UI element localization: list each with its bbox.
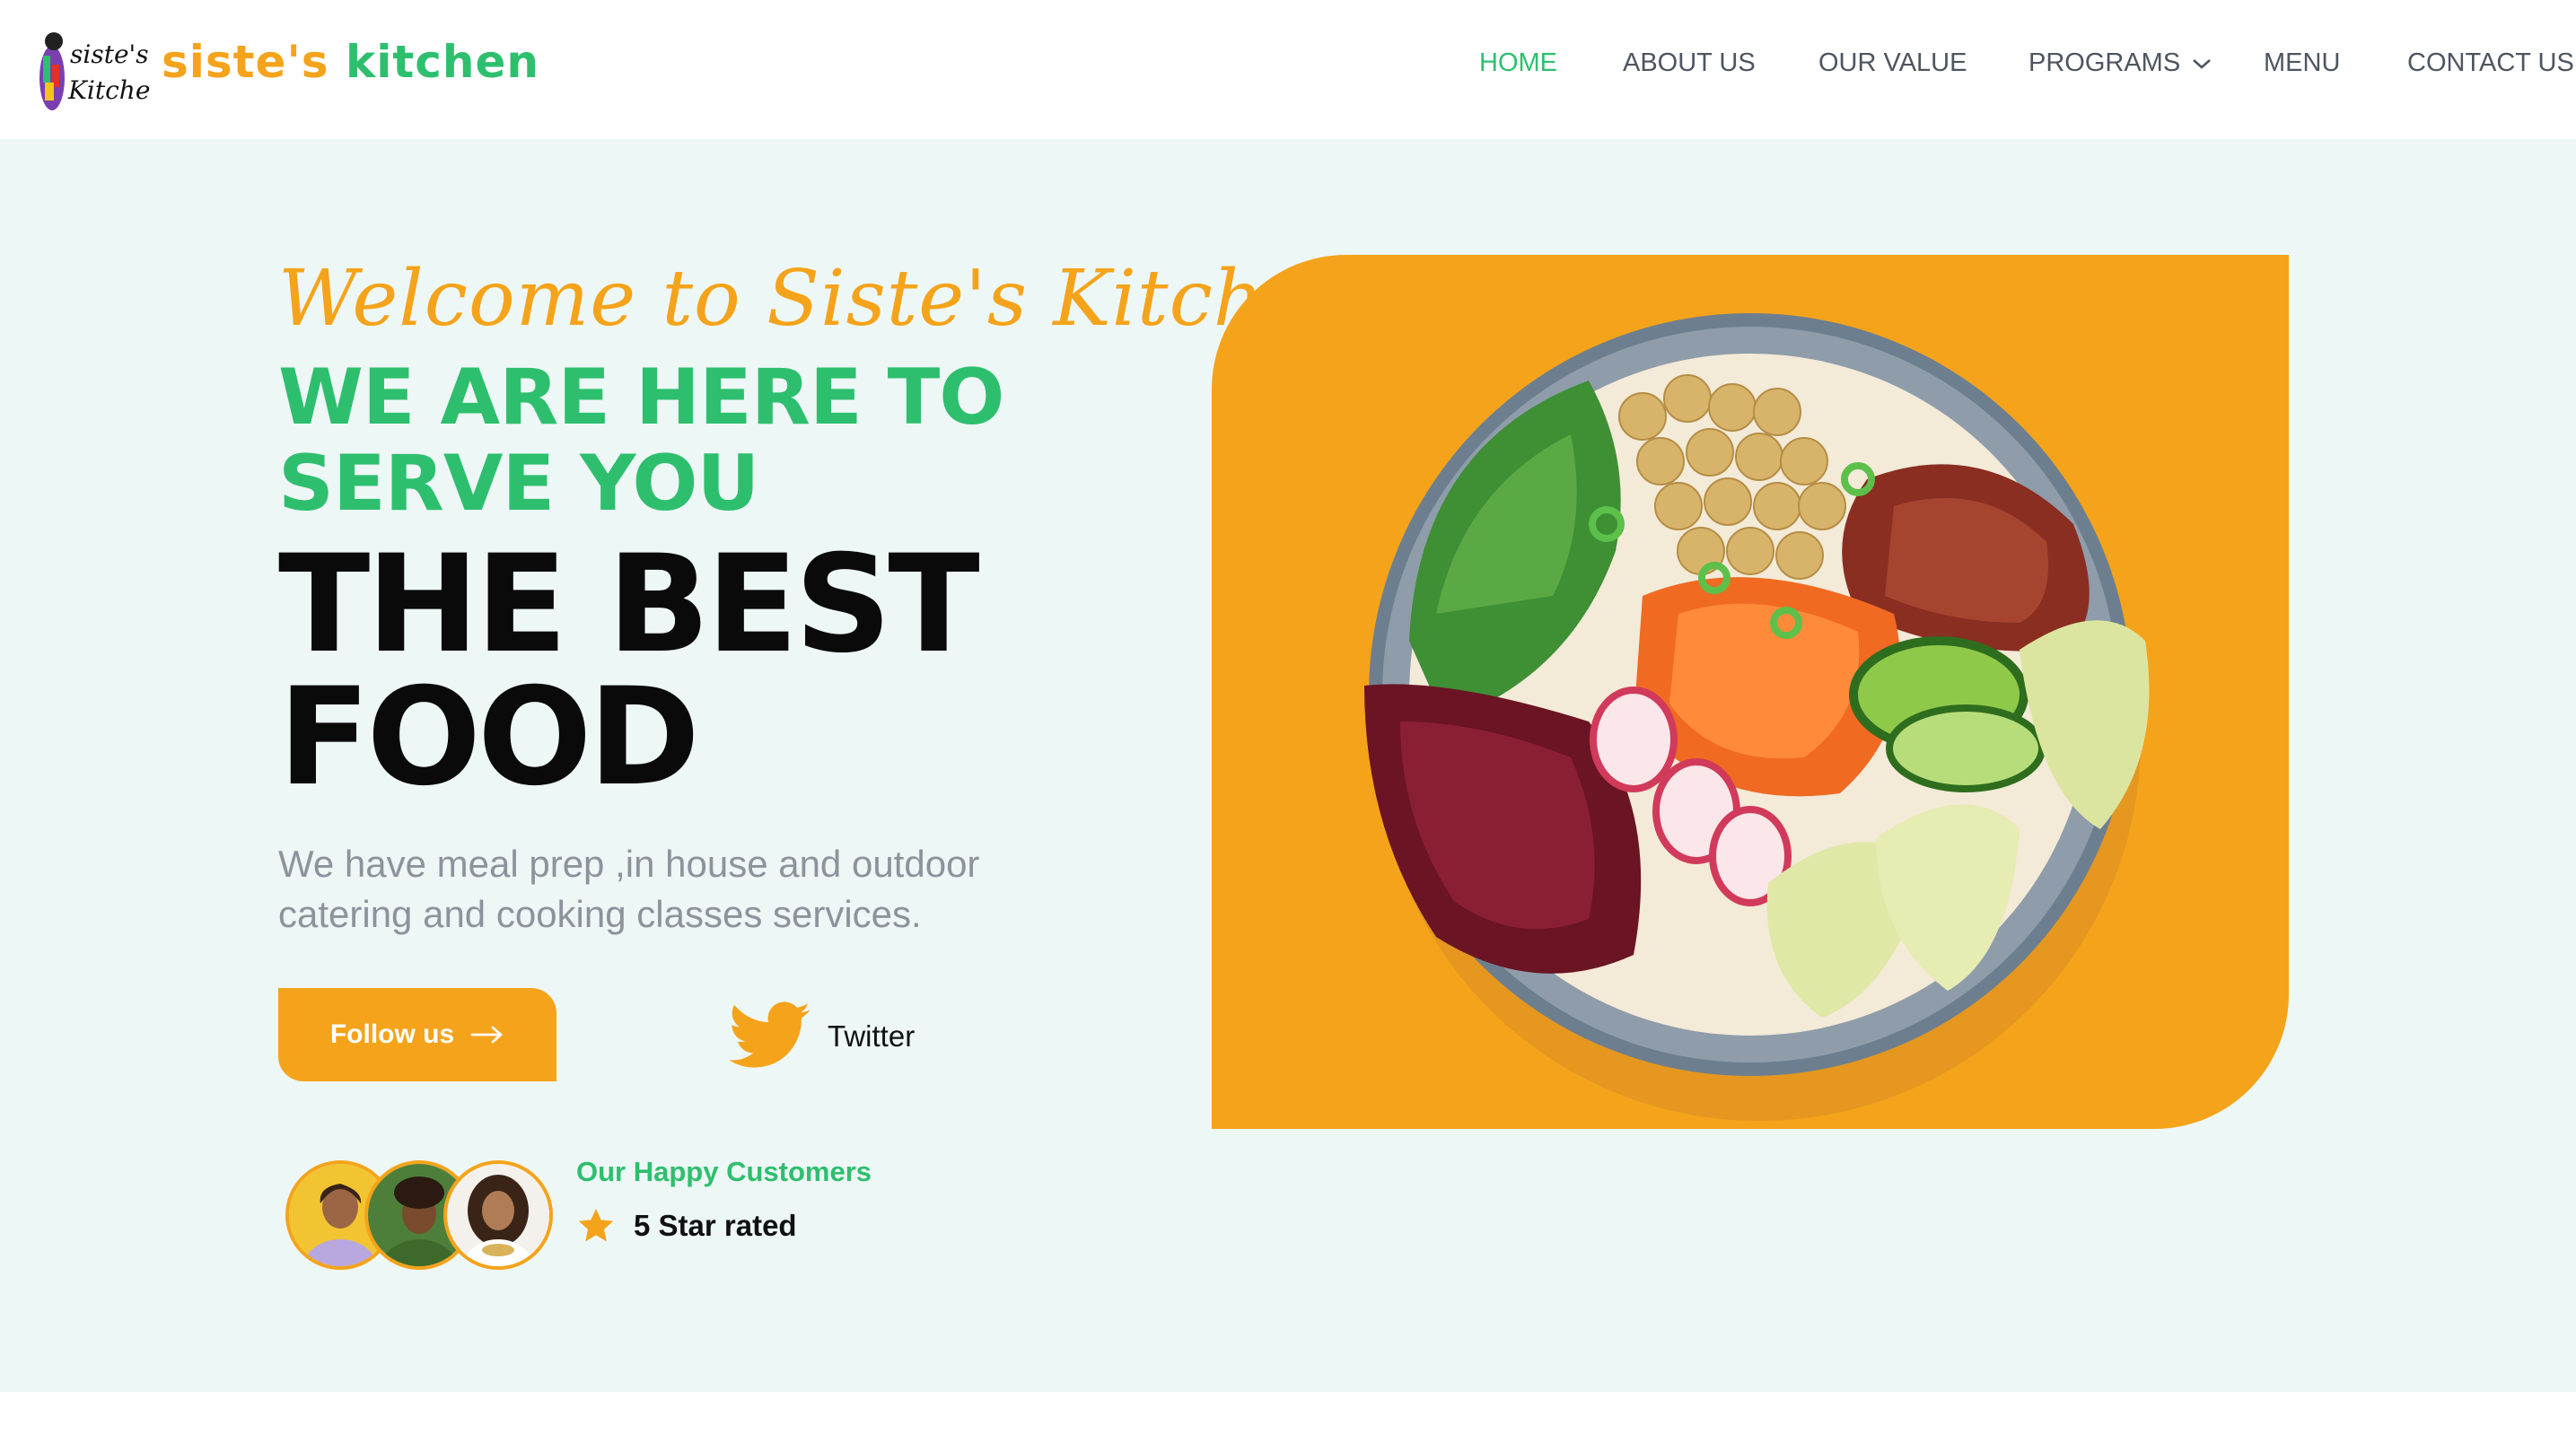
- nav-programs[interactable]: PROGRAMS: [2028, 48, 2212, 78]
- tagline-heading: WE ARE HERE TO SERVE YOU: [278, 353, 1004, 529]
- twitter-bird-icon: [729, 1002, 810, 1068]
- twitter-label: Twitter: [828, 1019, 916, 1053]
- star-icon: [578, 1208, 614, 1242]
- hero-description: We have meal prep ,in house and outdoor …: [278, 843, 980, 935]
- nav-home[interactable]: HOME: [1479, 48, 1557, 78]
- site-header: siste's Kitchen siste's kitchen HOME ABO…: [0, 0, 2576, 139]
- hero-section: Welcome to Siste's Kitchen WE ARE HERE T…: [0, 139, 2576, 1392]
- food-image-card: [1212, 255, 2289, 1129]
- follow-us-label: Follow us: [329, 1019, 455, 1049]
- rating: 5 Star rated: [576, 1207, 797, 1245]
- arrow-right-icon: [470, 1026, 503, 1044]
- nav-programs-label: PROGRAMS: [2028, 48, 2181, 77]
- follow-us-button[interactable]: Follow us: [278, 988, 556, 1081]
- twitter-link[interactable]: Twitter: [729, 996, 915, 1077]
- customers-title: Our Happy Customers: [576, 1156, 872, 1187]
- nav-our-value[interactable]: OUR VALUE: [1818, 48, 1967, 78]
- nav-contact-us[interactable]: CONTACT US: [2407, 48, 2574, 78]
- food-bowl-image: [1364, 313, 2150, 1121]
- rating-label: 5 Star rated: [634, 1209, 797, 1242]
- nav-about-us[interactable]: ABOUT US: [1623, 48, 1756, 78]
- nav-menu[interactable]: MENU: [2264, 48, 2340, 78]
- welcome-heading: Welcome to Siste's Kitchen: [278, 254, 1362, 344]
- headline: THE BEST FOOD: [278, 527, 980, 816]
- main-nav: HOME ABOUT US OUR VALUE PROGRAMS MENU CO…: [0, 48, 2576, 88]
- customer-avatars: [285, 1160, 553, 1270]
- avatar: [443, 1160, 553, 1270]
- chevron-down-icon: [2193, 59, 2212, 70]
